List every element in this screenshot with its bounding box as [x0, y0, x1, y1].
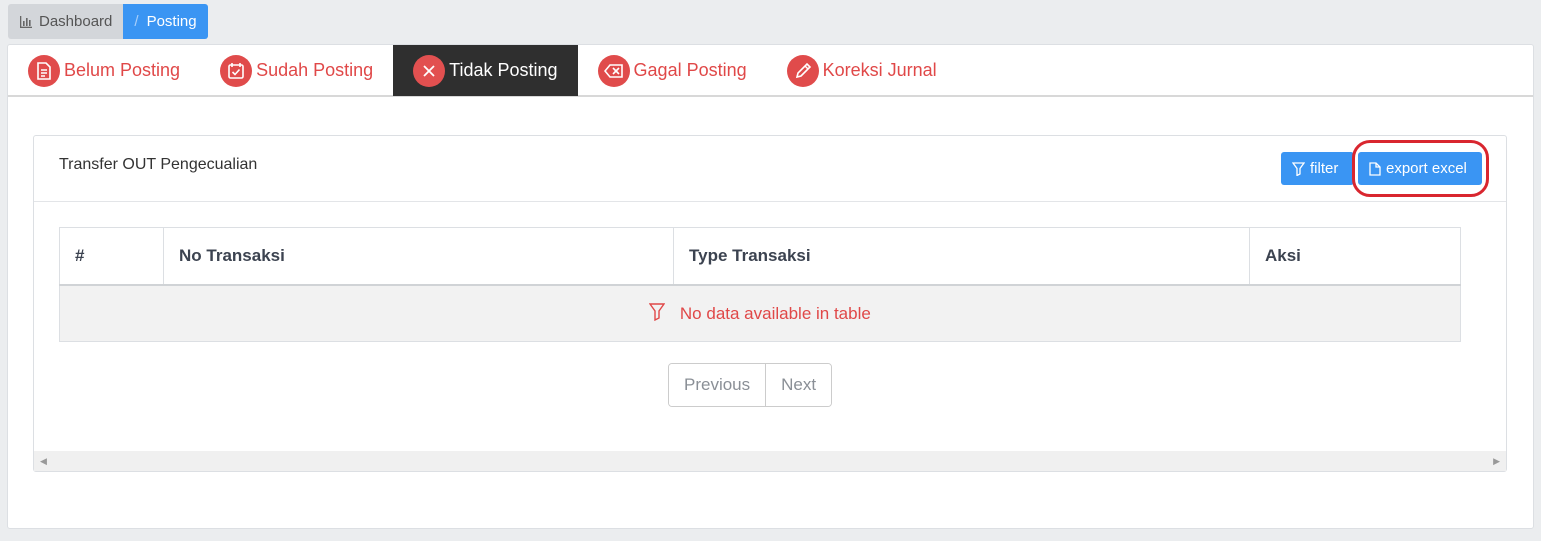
panel-header: Transfer OUT Pengecualian filter export … — [34, 136, 1506, 202]
column-header-aksi[interactable]: Aksi — [1249, 227, 1461, 286]
tab-label: Sudah Posting — [256, 60, 374, 80]
transfer-out-panel: Transfer OUT Pengecualian filter export … — [33, 135, 1507, 472]
transactions-table: # No Transaksi Type Transaksi Aksi No da… — [59, 227, 1461, 342]
tab-tidak-posting[interactable]: Tidak Posting — [393, 45, 578, 96]
breadcrumb-dashboard-label: Dashboard — [39, 13, 113, 30]
scroll-right-icon[interactable]: ▶ — [1493, 456, 1500, 467]
document-icon — [28, 54, 60, 87]
table-row: No data available in table — [59, 284, 1461, 342]
posting-card: Belum Posting Sudah Posting Tidak Postin… — [7, 44, 1534, 529]
close-icon — [413, 54, 446, 87]
empty-message: No data available in table — [679, 303, 871, 323]
column-header-no-transaksi[interactable]: No Transaksi — [163, 227, 674, 286]
bar-chart-icon — [20, 15, 32, 28]
tab-label: Koreksi Jurnal — [822, 60, 937, 80]
tab-label: Gagal Posting — [633, 60, 747, 80]
horizontal-scrollbar[interactable]: ◀ ▶ — [34, 451, 1506, 471]
file-icon — [1369, 161, 1381, 176]
next-page-button[interactable]: Next — [766, 364, 832, 406]
tab-belum-posting[interactable]: Belum Posting — [8, 45, 200, 96]
tab-gagal-posting[interactable]: Gagal Posting — [578, 45, 767, 96]
breadcrumb: Dashboard / Posting — [8, 4, 208, 39]
breadcrumb-posting: / Posting — [123, 4, 208, 39]
table-header-row: # No Transaksi Type Transaksi Aksi — [59, 227, 1461, 286]
filter-button[interactable]: filter — [1281, 152, 1354, 185]
posting-tabs: Belum Posting Sudah Posting Tidak Postin… — [8, 45, 1533, 97]
scroll-left-icon[interactable]: ◀ — [40, 456, 47, 467]
backspace-icon — [597, 54, 630, 87]
breadcrumb-dashboard[interactable]: Dashboard — [8, 4, 124, 39]
tab-sudah-posting[interactable]: Sudah Posting — [200, 45, 393, 96]
tab-koreksi-jurnal[interactable]: Koreksi Jurnal — [767, 45, 957, 96]
empty-table-cell: No data available in table — [59, 284, 1461, 342]
breadcrumb-separator: / — [134, 13, 139, 30]
column-header-type-transaksi[interactable]: Type Transaksi — [673, 227, 1250, 286]
tab-label: Belum Posting — [64, 60, 181, 80]
breadcrumb-current: Posting — [146, 13, 197, 30]
previous-page-button[interactable]: Previous — [669, 364, 767, 406]
tab-label: Tidak Posting — [449, 60, 558, 80]
pencil-icon — [786, 54, 819, 87]
export-excel-button[interactable]: export excel — [1358, 152, 1482, 185]
panel-title: Transfer OUT Pengecualian — [59, 156, 258, 173]
export-button-label: export excel — [1386, 160, 1467, 177]
filter-button-label: filter — [1310, 160, 1339, 177]
filter-icon — [648, 303, 666, 321]
filter-icon — [1292, 161, 1305, 176]
pagination: Previous Next — [668, 363, 833, 407]
calendar-check-icon — [220, 54, 253, 87]
column-header-number[interactable]: # — [59, 227, 164, 286]
